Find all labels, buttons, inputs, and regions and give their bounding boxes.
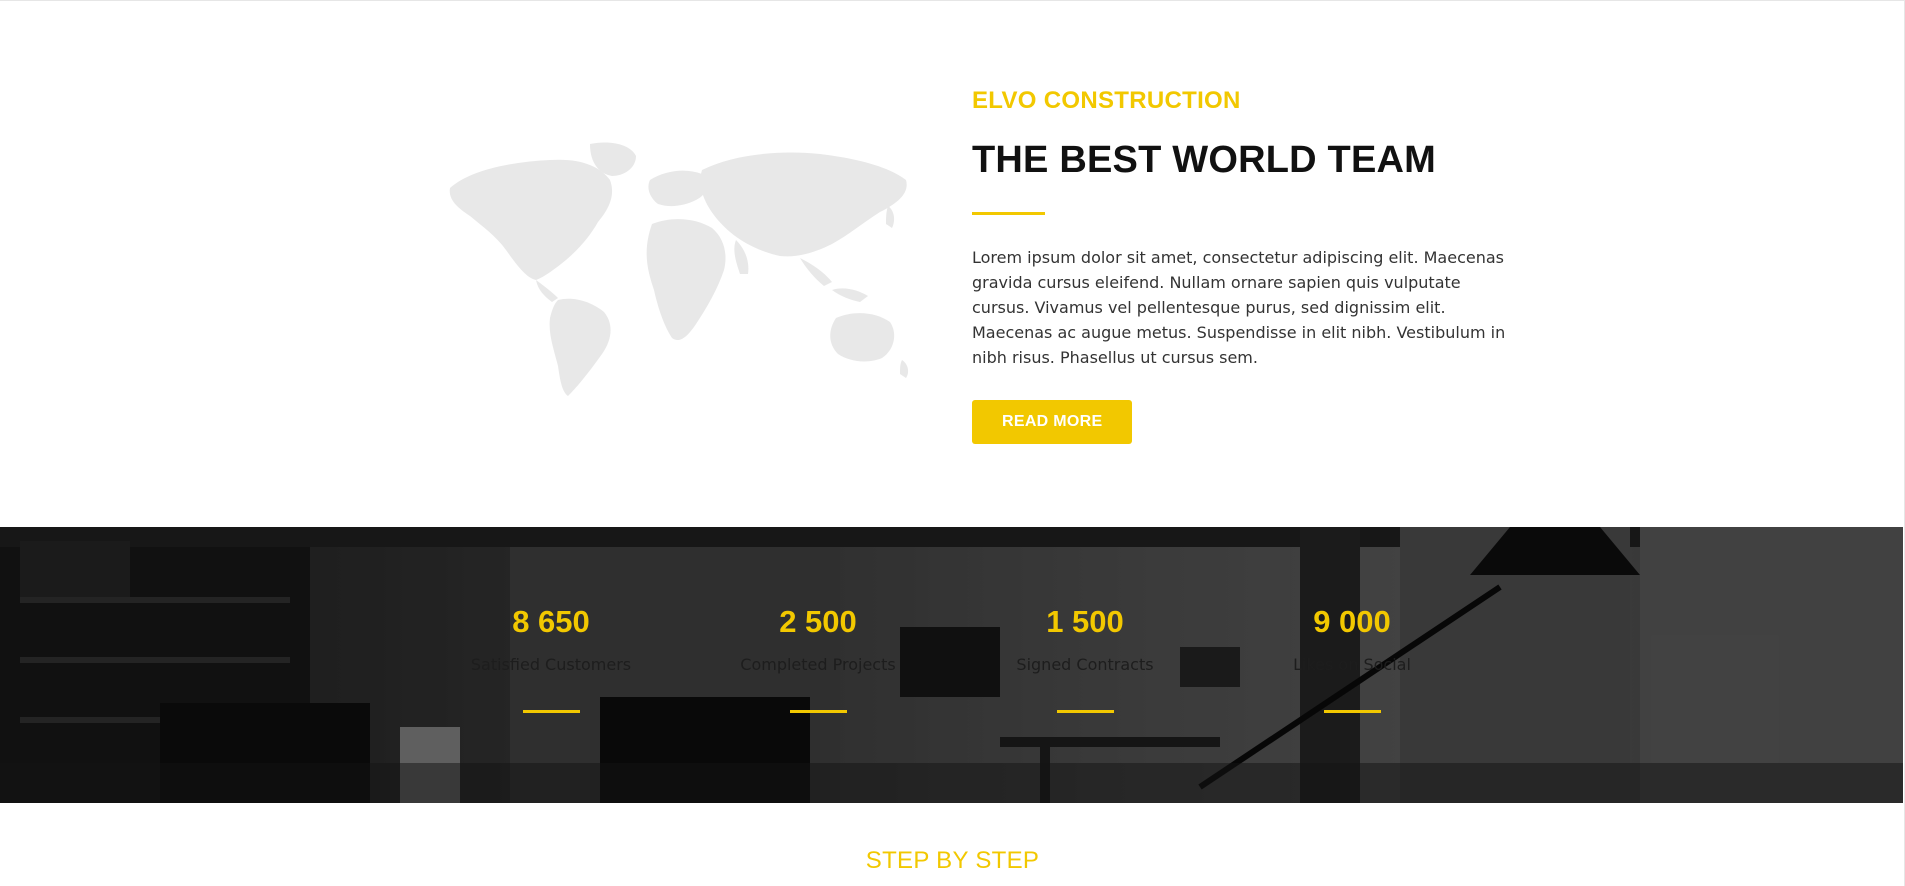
about-description: Lorem ipsum dolor sit amet, consectetur … <box>972 248 1506 367</box>
stat-label: Likes on Social <box>1293 655 1411 674</box>
stat-underline <box>1323 710 1381 713</box>
stat-completed-projects: 2 500 Completed Projects <box>708 605 928 713</box>
stat-number: 8 650 <box>512 604 590 639</box>
stat-label: Satisfied Customers <box>470 655 632 674</box>
stat-number: 2 500 <box>779 604 857 639</box>
step-by-step-heading: STEP BY STEP <box>865 847 1040 874</box>
stat-label: Completed Projects <box>740 655 896 674</box>
stat-satisfied-customers: 8 650 Satisfied Customers <box>441 605 661 713</box>
read-more-button[interactable]: READ MORE <box>972 400 1133 444</box>
stat-label: Signed Contracts <box>1016 655 1154 674</box>
stat-number: 9 000 <box>1313 604 1391 639</box>
stat-underline <box>789 710 847 713</box>
page-title: THE BEST WORLD TEAM <box>972 139 1436 181</box>
world-map-icon <box>449 142 909 396</box>
stat-signed-contracts: 1 500 Signed Contracts <box>975 605 1195 713</box>
stat-number: 1 500 <box>1046 604 1124 639</box>
about-section: ELVO CONSTRUCTION THE BEST WORLD TEAM Lo… <box>0 0 1905 527</box>
about-text-block: ELVO CONSTRUCTION THE BEST WORLD TEAM Lo… <box>972 84 1512 444</box>
stat-underline <box>1056 710 1114 713</box>
stats-section: 8 650 Satisfied Customers 2 500 Complete… <box>0 527 1903 803</box>
stat-underline <box>522 710 580 713</box>
accent-divider <box>972 212 1045 215</box>
section-eyebrow: ELVO CONSTRUCTION <box>972 87 1241 114</box>
stat-likes-social: 9 000 Likes on Social <box>1242 605 1462 713</box>
dark-overlay <box>0 527 1903 803</box>
